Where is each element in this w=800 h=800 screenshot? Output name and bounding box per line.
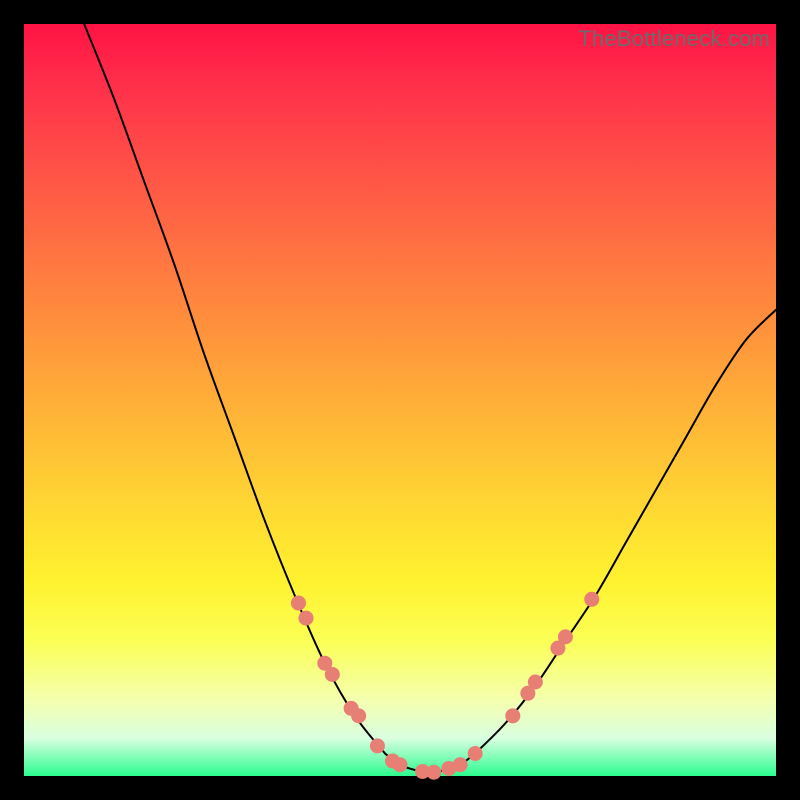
watermark-text: TheBottleneck.com <box>578 26 770 52</box>
series-right-ascent <box>475 310 776 754</box>
marker-dot <box>584 592 599 607</box>
marker-dot <box>528 675 543 690</box>
series-left-descent <box>84 24 385 753</box>
marker-dot <box>426 765 441 780</box>
chart-frame: TheBottleneck.com <box>24 24 776 776</box>
marker-dot <box>370 738 385 753</box>
marker-dot <box>291 596 306 611</box>
marker-dot <box>325 667 340 682</box>
marker-dot <box>393 757 408 772</box>
marker-dot <box>505 708 520 723</box>
marker-dot <box>468 746 483 761</box>
chart-svg <box>24 24 776 776</box>
marker-dot <box>299 611 314 626</box>
marker-dot <box>351 708 366 723</box>
marker-dot <box>558 629 573 644</box>
marker-dot <box>453 757 468 772</box>
